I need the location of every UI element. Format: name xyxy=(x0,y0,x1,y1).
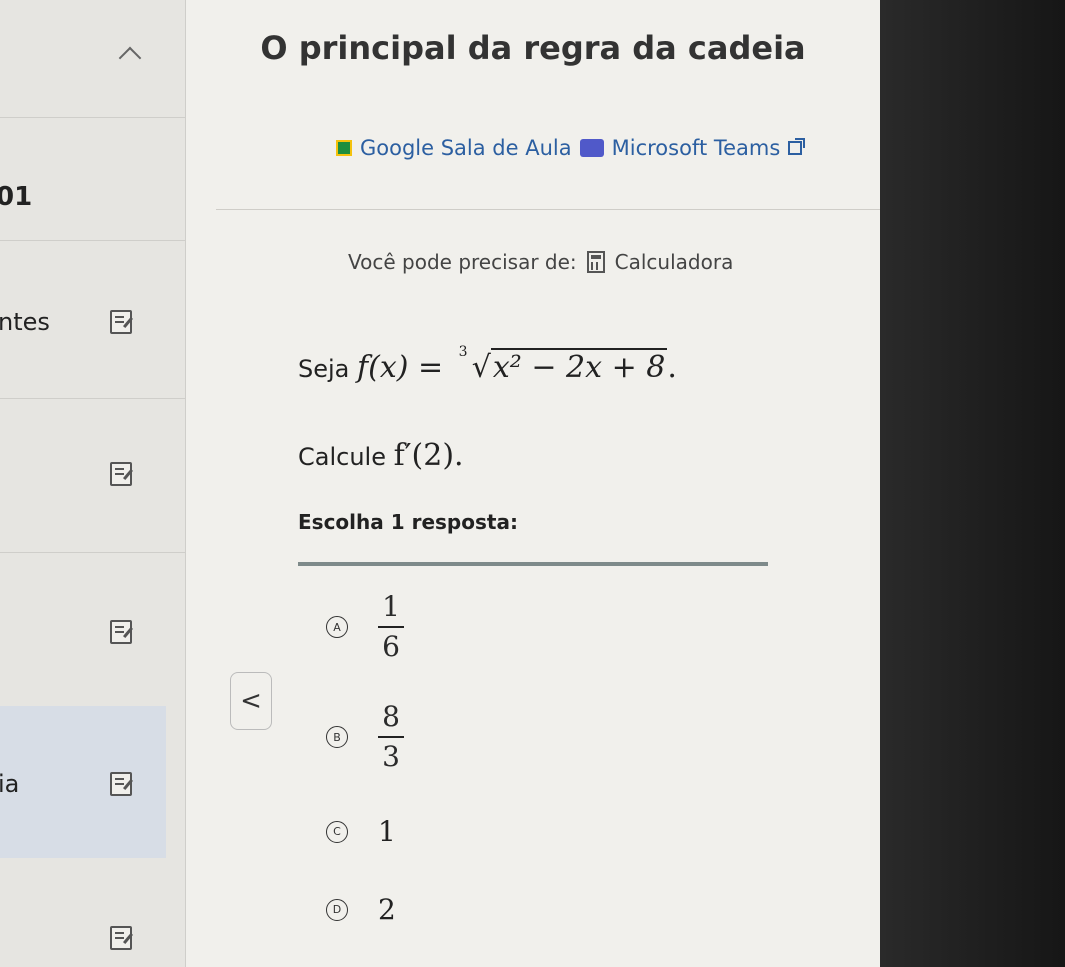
compute-expression: f′(2). xyxy=(393,438,464,473)
sidebar-divider xyxy=(0,398,185,399)
sentence-end: . xyxy=(667,350,677,385)
screen-bezel xyxy=(880,0,1065,967)
choice-d[interactable]: D 2 xyxy=(326,893,396,926)
sidebar-item-label[interactable]: ntes xyxy=(0,308,50,336)
exercise-icon xyxy=(110,462,132,486)
google-classroom-icon xyxy=(336,140,352,156)
function-definition: f(x) = 3 √x² − 2x + 8. xyxy=(357,344,677,385)
choice-c[interactable]: C 1 xyxy=(326,815,396,848)
sidebar-divider xyxy=(0,117,185,118)
unit-number: 01 xyxy=(0,182,33,212)
choice-a-fraction: 1 6 xyxy=(378,590,404,664)
numerator: 8 xyxy=(382,700,400,733)
choice-letter-a[interactable]: A xyxy=(326,616,348,638)
denominator: 3 xyxy=(382,740,400,773)
sidebar-divider xyxy=(0,552,185,553)
exercise-icon xyxy=(110,620,132,644)
google-classroom-link[interactable]: Google Sala de Aula xyxy=(360,136,572,160)
sidebar-item-active[interactable] xyxy=(0,706,166,858)
exercise-icon xyxy=(110,310,132,334)
choice-letter-c[interactable]: C xyxy=(326,820,348,843)
cube-root: 3 √x² − 2x + 8 xyxy=(452,344,668,385)
sidebar-item-label[interactable]: ia xyxy=(0,770,19,798)
fraction-bar xyxy=(378,736,404,738)
exercise-icon xyxy=(110,772,132,796)
external-link-icon xyxy=(788,138,806,155)
denominator: 6 xyxy=(382,630,400,663)
root-index: 3 xyxy=(458,344,468,360)
page-title: O principal da regra da cadeia xyxy=(260,29,806,67)
question-task: Calcule f′(2). xyxy=(298,438,464,473)
question-statement: Seja f(x) = 3 √x² − 2x + 8. xyxy=(298,344,677,385)
share-links: Google Sala de Aula Microsoft Teams xyxy=(336,136,806,160)
choices-prompt: Escolha 1 resposta: xyxy=(298,510,518,534)
choice-c-value: 1 xyxy=(378,815,396,848)
fraction-bar xyxy=(378,626,404,628)
exercise-icon xyxy=(110,926,132,950)
choices-divider xyxy=(298,562,768,566)
choice-a[interactable]: A 1 6 xyxy=(326,590,404,664)
compute-word: Calcule xyxy=(298,443,386,471)
choice-b[interactable]: B 8 3 xyxy=(326,700,404,774)
radicand: x² − 2x + 8 xyxy=(490,348,668,385)
choice-b-fraction: 8 3 xyxy=(378,700,404,774)
lesson-sidebar: 01 ntes ia xyxy=(0,0,186,967)
divider xyxy=(216,209,880,210)
microsoft-teams-link[interactable]: Microsoft Teams xyxy=(612,136,781,160)
function-lhs: f(x) = xyxy=(357,350,444,385)
exercise-panel: O principal da regra da cadeia Google Sa… xyxy=(186,0,880,967)
calculator-icon xyxy=(586,251,605,273)
numerator: 1 xyxy=(382,590,400,623)
microsoft-teams-icon xyxy=(579,139,604,157)
chevron-left-icon: < xyxy=(240,686,262,716)
sidebar-divider xyxy=(0,240,185,241)
back-button[interactable]: < xyxy=(230,672,272,730)
tools-prefix: Você pode precisar de: xyxy=(348,250,577,274)
chevron-up-icon[interactable] xyxy=(118,46,142,70)
choice-letter-b[interactable]: B xyxy=(326,726,348,748)
choice-d-value: 2 xyxy=(378,893,396,926)
calculator-link[interactable]: Calculadora xyxy=(615,250,734,274)
tools-hint: Você pode precisar de: Calculadora xyxy=(348,250,733,274)
choice-letter-d[interactable]: D xyxy=(326,898,348,921)
question-let-word: Seja xyxy=(298,355,350,383)
